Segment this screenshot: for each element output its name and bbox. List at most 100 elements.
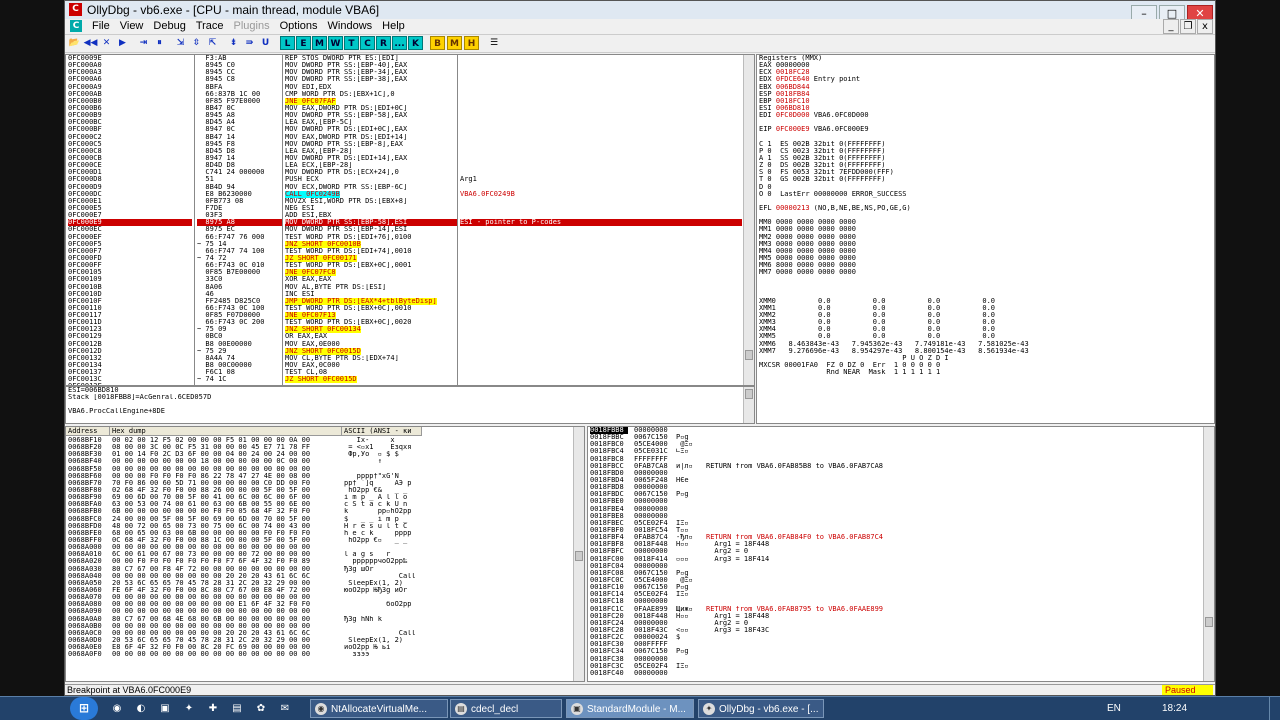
disasm-instruction[interactable]: JNZ SHORT 0FC0010B <box>285 240 457 248</box>
stack-value[interactable]: 0065F248 <box>634 477 674 484</box>
start-button[interactable]: ⊞ <box>70 697 98 720</box>
menu-options[interactable]: Options <box>275 20 323 32</box>
stack-address[interactable]: 0018FC38 <box>590 656 628 663</box>
register-line[interactable]: EFL 00000213 (NO,B,NE,BE,NS,PO,GE,G) <box>759 205 1214 212</box>
disasm-instruction[interactable]: TEST CL,08 <box>285 369 457 376</box>
dump-ascii[interactable]: pр† `]q АЭ р <box>344 480 420 487</box>
toolbar-button-5[interactable]: ⏸ <box>152 36 167 50</box>
menu-debug[interactable]: Debug <box>148 20 190 32</box>
stack-value[interactable]: 00000000 <box>634 563 674 570</box>
dump-hex[interactable]: 68 00 65 00 63 00 6B 00 00 00 00 00 F0 F… <box>112 530 340 537</box>
disasm-instruction[interactable]: LEA EAX,[EBP-5C] <box>285 119 457 126</box>
stack-address[interactable]: 0018FC00 <box>590 556 628 563</box>
window-button-2[interactable]: M <box>312 36 327 50</box>
disasm-instruction[interactable]: CMP WORD PTR DS:[EBX+1C],0 <box>285 91 457 98</box>
dump-header-ascii[interactable]: ASCII (ANSI - ки <box>342 427 422 436</box>
dump-hex[interactable]: 00 00 00 00 00 00 00 18 00 00 00 00 00 0… <box>112 458 340 465</box>
stack-address[interactable]: 0018FBFC <box>590 548 628 555</box>
disasm-address[interactable]: 0FC0011D <box>68 319 192 326</box>
disasm-instruction[interactable]: CALL 0FC0249B <box>285 190 457 198</box>
dump-ascii[interactable]: Call <box>344 630 420 637</box>
quick-launch-icon-5[interactable]: ▤ <box>230 702 244 716</box>
dump-address[interactable]: 0068BF20 <box>68 444 110 451</box>
dump-ascii[interactable] <box>344 466 420 473</box>
disasm-address[interactable]: 0FC000C2 <box>68 134 192 141</box>
stack-address[interactable]: 0018FBC4 <box>590 448 628 455</box>
stack-address[interactable]: 0018FBCC <box>590 463 628 470</box>
disasm-address[interactable]: 0FC000A9 <box>68 84 192 91</box>
toolbar-button-4[interactable]: ⇥ <box>136 36 151 50</box>
disasm-instruction[interactable]: MOVZX ESI,WORD PTR DS:[EBX+8] <box>285 198 457 205</box>
disasm-instruction[interactable]: LEA EAX,[EBP-28] <box>285 148 457 155</box>
dump-hex[interactable]: 00 00 F0 F0 F0 F0 F0 F0 F0 F7 6F 4F 32 F… <box>112 558 340 565</box>
dump-address[interactable]: 0068A0C0 <box>68 630 110 637</box>
register-line[interactable]: D 0 <box>759 184 1214 191</box>
taskbar-item-1[interactable]: ▤ cdecl_decl <box>450 699 562 718</box>
dump-address[interactable]: 0068BF70 <box>68 480 110 487</box>
dump-hex[interactable]: 20 53 6C 65 65 70 45 78 28 31 2C 20 32 2… <box>112 637 340 644</box>
disasm-instruction[interactable]: MOV EAX,0E000 <box>285 341 457 348</box>
dump-ascii[interactable]: H r e s u l t C <box>344 523 420 530</box>
stack-address[interactable]: 0018FC20 <box>590 613 628 620</box>
stack-address[interactable]: 0018FBE4 <box>590 506 628 513</box>
dump-hex[interactable]: 00 02 00 12 F5 02 00 00 00 F5 01 00 00 0… <box>112 437 340 444</box>
register-line[interactable]: EAX 00000000 <box>759 62 1214 69</box>
window-button-4[interactable]: T <box>344 36 359 50</box>
disasm-instruction[interactable]: MOV EAX,0C000 <box>285 362 457 369</box>
stack-address[interactable]: 0018FC14 <box>590 591 628 598</box>
window-button-6[interactable]: R <box>376 36 391 50</box>
register-line[interactable]: S 0 FS 0053 32bit 7EFDD000(FFF) <box>759 169 1214 176</box>
clock[interactable]: 18:24 <box>1162 697 1187 720</box>
stack-value[interactable]: 00000000 <box>634 513 674 520</box>
dump-hex[interactable]: 69 00 6D 00 70 00 5F 00 41 00 6C 00 6C 0… <box>112 494 340 501</box>
disasm-instruction[interactable]: REP STOS DWORD PTR ES:[EDI] <box>285 55 457 62</box>
stack-address[interactable]: 0018FC08 <box>590 570 628 577</box>
disasm-instruction[interactable]: MOV DWORD PTR DS:[EDI+0C],EAX <box>285 126 457 133</box>
stack-value[interactable]: 0018F448 <box>634 613 674 620</box>
stack-value[interactable]: 0067C150 <box>634 584 674 591</box>
dump-address[interactable]: 0068BF60 <box>68 473 110 480</box>
toolbar-button-1[interactable]: ◀◀ <box>83 36 98 50</box>
disasm-address[interactable]: 0FC000E9 <box>68 219 192 227</box>
stack-value[interactable]: 00000000 <box>634 670 674 677</box>
dump-address[interactable]: 0068A030 <box>68 566 110 573</box>
dump-hex[interactable]: 00 00 00 00 00 00 00 00 00 00 00 00 00 0… <box>112 594 340 601</box>
stack-value[interactable]: 05CE02F4 <box>634 663 674 670</box>
toolbar-button-11[interactable]: U <box>258 36 273 50</box>
stack-value[interactable]: 00000000 <box>634 484 674 491</box>
dump-hex[interactable]: 48 00 72 00 65 00 73 00 75 00 6C 00 74 0… <box>112 523 340 530</box>
disasm-instruction[interactable]: JZ SHORT 0FC00171 <box>285 254 457 262</box>
register-line[interactable] <box>759 119 1214 126</box>
bookmark-button-b[interactable]: B <box>430 36 445 50</box>
dump-hex[interactable]: 00 00 00 00 00 00 00 00 00 20 20 20 43 6… <box>112 630 340 637</box>
dump-address[interactable]: 0068A0A0 <box>68 616 110 623</box>
menu-view[interactable]: View <box>115 20 149 32</box>
disasm-address[interactable]: 0FC0012D <box>68 348 192 355</box>
ollydbg-app-icon[interactable]: C <box>69 3 82 16</box>
disasm-instruction[interactable]: MOV DWORD PTR SS:[EBP-58],EAX <box>285 112 457 119</box>
quick-launch-icon-1[interactable]: ◐ <box>134 702 148 716</box>
show-desktop-button[interactable] <box>1269 697 1280 720</box>
dump-ascii[interactable]: ↑ <box>344 458 420 465</box>
stack-value[interactable]: 00000000 <box>634 598 674 605</box>
disasm-address[interactable]: 0FC000EC <box>68 226 192 233</box>
dump-address[interactable]: 0068A070 <box>68 594 110 601</box>
stack-value[interactable]: 05CE4000 <box>634 441 674 448</box>
stack-value[interactable]: 0067C150 <box>634 434 674 441</box>
disasm-address[interactable]: 0FC00134 <box>68 362 192 369</box>
disasm-instruction[interactable]: JNE 0FC07F13 <box>285 312 457 320</box>
register-line[interactable]: ESI 006BD810 <box>759 105 1214 112</box>
stack-address[interactable]: 0018FBEC <box>590 520 628 527</box>
disasm-instruction[interactable]: LEA ECX,[EBP-28] <box>285 162 457 169</box>
toolbar-button-9[interactable]: ⇟ <box>226 36 241 50</box>
disasm-address[interactable]: 0FC0010B <box>68 284 192 291</box>
dump-header-hex[interactable]: Hex dump <box>110 427 342 436</box>
stack-value[interactable]: 05CE02F4 <box>634 520 674 527</box>
stack-value[interactable]: 0067C150 <box>634 570 674 577</box>
dump-ascii[interactable]: ppppppчoO2pp‰ <box>344 558 420 565</box>
dump-ascii[interactable]: Фр,Уo ▫ $ $ <box>344 451 420 458</box>
stack-value[interactable]: 05CE4000 <box>634 577 674 584</box>
register-line[interactable]: EDX 0FDCE640 Entry point <box>759 76 1214 83</box>
toolbar-button-0[interactable]: 📂 <box>67 36 82 50</box>
register-line[interactable]: EDI 0FC0D000 VBA6.0FC0D000 <box>759 112 1214 119</box>
